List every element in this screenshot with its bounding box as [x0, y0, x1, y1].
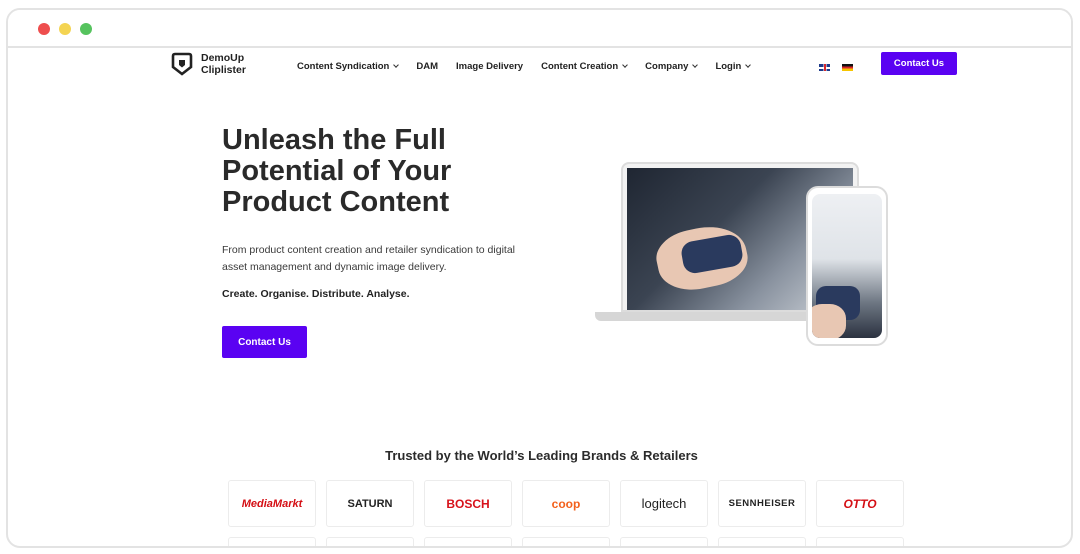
nav-item-content-syndication[interactable]: Content Syndication [297, 61, 400, 72]
uk-flag-icon[interactable] [819, 64, 830, 71]
brand-logo-placeholder [228, 537, 316, 546]
nav-item-content-creation[interactable]: Content Creation [541, 61, 628, 72]
brand-logo-saturn[interactable]: SATURN [326, 480, 414, 527]
nav-item-label: Content Syndication [297, 61, 390, 72]
chevron-down-icon [692, 62, 699, 68]
logo-line-2: Cliplister [201, 64, 246, 76]
nav-item-label: Content Creation [541, 61, 619, 72]
window-titlebar [8, 10, 1071, 48]
phone-screen [812, 194, 882, 338]
brand-logo-sennheiser[interactable]: SENNHEISER [718, 480, 806, 527]
hero-tagline: Create. Organise. Distribute. Analyse. [222, 288, 410, 300]
nav-item-dam[interactable]: DAM [416, 61, 438, 72]
brand-logo-placeholder [522, 537, 610, 546]
german-flag-icon[interactable] [842, 64, 853, 71]
brand-name: coop [551, 496, 581, 511]
nav-contact-us-button[interactable]: Contact Us [881, 52, 957, 75]
maximize-window-button[interactable] [80, 23, 92, 35]
brand-name: SATURN [347, 497, 393, 510]
logo-line-1: DemoUp [201, 52, 245, 64]
logo-icon [171, 52, 193, 76]
trusted-heading: Trusted by the World’s Leading Brands & … [385, 448, 698, 463]
language-switcher [819, 64, 865, 71]
brand-logo-placeholder [816, 537, 904, 546]
hero-contact-us-button[interactable]: Contact Us [222, 326, 307, 358]
nav-item-login[interactable]: Login [715, 61, 752, 72]
browser-window: DemoUp Cliplister Content Syndication DA… [6, 8, 1073, 548]
chevron-down-icon [745, 62, 752, 68]
logo-text: DemoUp Cliplister [201, 52, 246, 76]
brand-name: SENNHEISER [728, 498, 796, 509]
hero-title: Unleash the Full Potential of Your Produ… [222, 124, 452, 218]
brand-logos: MediaMarkt SATURN BOSCH coop logitech SE… [228, 480, 914, 527]
brand-logo-bosch[interactable]: BOSCH [424, 480, 512, 527]
nav-item-company[interactable]: Company [645, 61, 699, 72]
brand-name: logitech [641, 496, 687, 511]
brand-logo-placeholder [326, 537, 414, 546]
brand-logo-placeholder [620, 537, 708, 546]
nav-item-label: DAM [416, 61, 439, 72]
hero-subtitle: From product content creation and retail… [222, 244, 515, 273]
nav-menu: Content Syndication DAM Image Delivery C… [297, 61, 768, 72]
nav-item-label: Image Delivery [456, 61, 524, 72]
close-window-button[interactable] [38, 23, 50, 35]
brand-logo-coop[interactable]: coop [522, 480, 610, 527]
brand-logo-mediamarkt[interactable]: MediaMarkt [228, 480, 316, 527]
hand-image [812, 304, 846, 338]
nav-item-label: Company [645, 61, 689, 72]
chevron-down-icon [622, 62, 628, 68]
nav-item-label: Login [715, 61, 742, 72]
brand-logo-logitech[interactable]: logitech [620, 480, 708, 527]
brand-name: OTTO [843, 496, 877, 511]
brand-logo-otto[interactable]: OTTO [816, 480, 904, 527]
brand-logo-placeholder [424, 537, 512, 546]
phone-mockup-image [806, 186, 888, 346]
main-nav: DemoUp Cliplister Content Syndication DA… [8, 48, 1071, 88]
minimize-window-button[interactable] [59, 23, 71, 35]
nav-item-image-delivery[interactable]: Image Delivery [456, 61, 523, 72]
brand-logo-placeholder [718, 537, 806, 546]
logo[interactable]: DemoUp Cliplister [171, 52, 246, 76]
chevron-down-icon [393, 62, 400, 68]
brand-name: BOSCH [446, 496, 490, 511]
brand-name: MediaMarkt [241, 497, 303, 510]
brand-logos-row-2 [228, 537, 914, 546]
